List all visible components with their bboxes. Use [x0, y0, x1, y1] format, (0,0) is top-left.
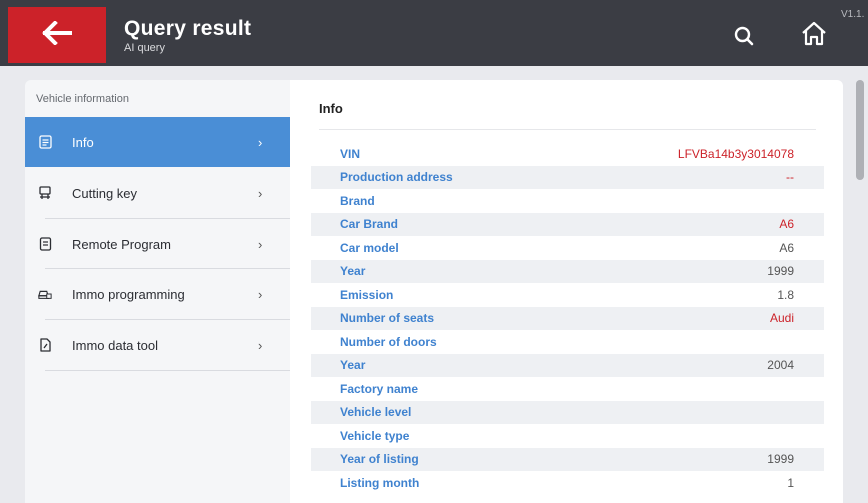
- home-button[interactable]: [800, 20, 828, 48]
- table-row: Production address --: [311, 165, 824, 189]
- panel-title: Info: [319, 101, 343, 116]
- key-cutter-icon: [38, 186, 52, 200]
- table-row: Emission 1.8: [311, 283, 824, 307]
- search-icon: [732, 26, 756, 52]
- scrollbar-thumb[interactable]: [856, 80, 864, 180]
- row-value: 1: [787, 475, 794, 490]
- car-lock-icon: [38, 287, 52, 301]
- table-row: VIN LFVBa14b3y3014078: [311, 142, 824, 166]
- page-title: Query result: [124, 17, 252, 40]
- row-value: LFVBa14b3y3014078: [677, 146, 794, 161]
- sidebar-item-immo-data-tool[interactable]: Immo data tool ›: [25, 320, 290, 370]
- home-icon: [800, 21, 828, 52]
- sidebar-item-remote-program[interactable]: Remote Program ›: [25, 219, 290, 269]
- chevron-right-icon: ›: [258, 337, 263, 353]
- row-key: Production address: [340, 170, 453, 185]
- row-value: 1999: [767, 452, 794, 467]
- row-key: Number of seats: [340, 311, 435, 326]
- row-key: VIN: [340, 146, 361, 161]
- arrow-left-icon: [42, 19, 72, 50]
- sidebar-item-cutting-key[interactable]: Cutting key ›: [25, 168, 290, 218]
- sidebar-item-label: Cutting key: [72, 185, 138, 201]
- table-row: Year 2004: [311, 353, 824, 377]
- table-row: Factory name: [311, 377, 824, 401]
- row-key: Year: [340, 358, 366, 373]
- sidebar: Vehicle information Info › Cutting key ›…: [25, 80, 295, 503]
- app-header: Query result AI query V1.1.: [0, 0, 868, 66]
- table-row: Number of seats Audi: [311, 306, 824, 330]
- chevron-right-icon: ›: [258, 286, 263, 302]
- chevron-right-icon: ›: [258, 185, 263, 201]
- table-row: Vehicle type: [311, 424, 824, 448]
- row-key: Number of doors: [340, 334, 437, 349]
- table-row: Brand: [311, 189, 824, 213]
- chevron-right-icon: ›: [258, 134, 263, 150]
- tool-icon: [38, 338, 52, 352]
- panel-divider: [319, 129, 816, 130]
- sidebar-heading: Vehicle information: [36, 93, 129, 105]
- row-key: Vehicle level: [340, 405, 412, 420]
- table-row: Year of listing 1999: [311, 447, 824, 471]
- row-key: Car model: [340, 240, 399, 255]
- table-row: Number of doors: [311, 330, 824, 354]
- row-value: A6: [779, 217, 794, 232]
- row-value: A6: [779, 240, 794, 255]
- sidebar-item-immo-programming[interactable]: Immo programming ›: [25, 269, 290, 319]
- sidebar-item-label: Immo programming: [72, 286, 185, 302]
- row-value: Audi: [769, 311, 794, 326]
- table-row: Vehicle level: [311, 400, 824, 424]
- sidebar-item-label: Info: [72, 134, 94, 150]
- table-row: Car Brand A6: [311, 212, 824, 236]
- row-key: Year: [340, 264, 366, 279]
- sidebar-item-label: Immo data tool: [72, 337, 158, 353]
- row-key: Emission: [340, 287, 394, 302]
- row-key: Car Brand: [340, 217, 399, 232]
- row-key: Brand: [340, 193, 375, 208]
- row-key: Listing month: [340, 475, 420, 490]
- table-row: Year 1999: [311, 259, 824, 283]
- menu-divider: [45, 370, 295, 371]
- row-value: 1.8: [777, 287, 794, 302]
- row-key: Vehicle type: [340, 428, 410, 443]
- info-panel: Info VIN LFVBa14b3y3014078 Production addr…: [290, 80, 843, 503]
- sidebar-item-label: Remote Program: [72, 236, 171, 252]
- row-key: Factory name: [340, 381, 419, 396]
- row-key: Year of listing: [340, 452, 419, 467]
- table-row: Listing month 1: [311, 471, 824, 495]
- sidebar-item-info[interactable]: Info ›: [25, 117, 290, 167]
- page-subtitle: AI query: [124, 42, 165, 54]
- document-icon: [38, 135, 52, 149]
- info-table: VIN LFVBa14b3y3014078 Production address --…: [311, 142, 824, 495]
- row-value: 2004: [767, 358, 794, 373]
- remote-icon: [38, 237, 52, 251]
- search-button[interactable]: [732, 24, 756, 48]
- table-row: Car model A6: [311, 236, 824, 260]
- title-block: Query result AI query: [124, 17, 251, 55]
- chevron-right-icon: ›: [258, 236, 263, 252]
- back-button[interactable]: [8, 7, 106, 63]
- row-value: 1999: [767, 264, 794, 279]
- row-value: --: [786, 170, 794, 185]
- version-label: V1.1.: [841, 9, 865, 20]
